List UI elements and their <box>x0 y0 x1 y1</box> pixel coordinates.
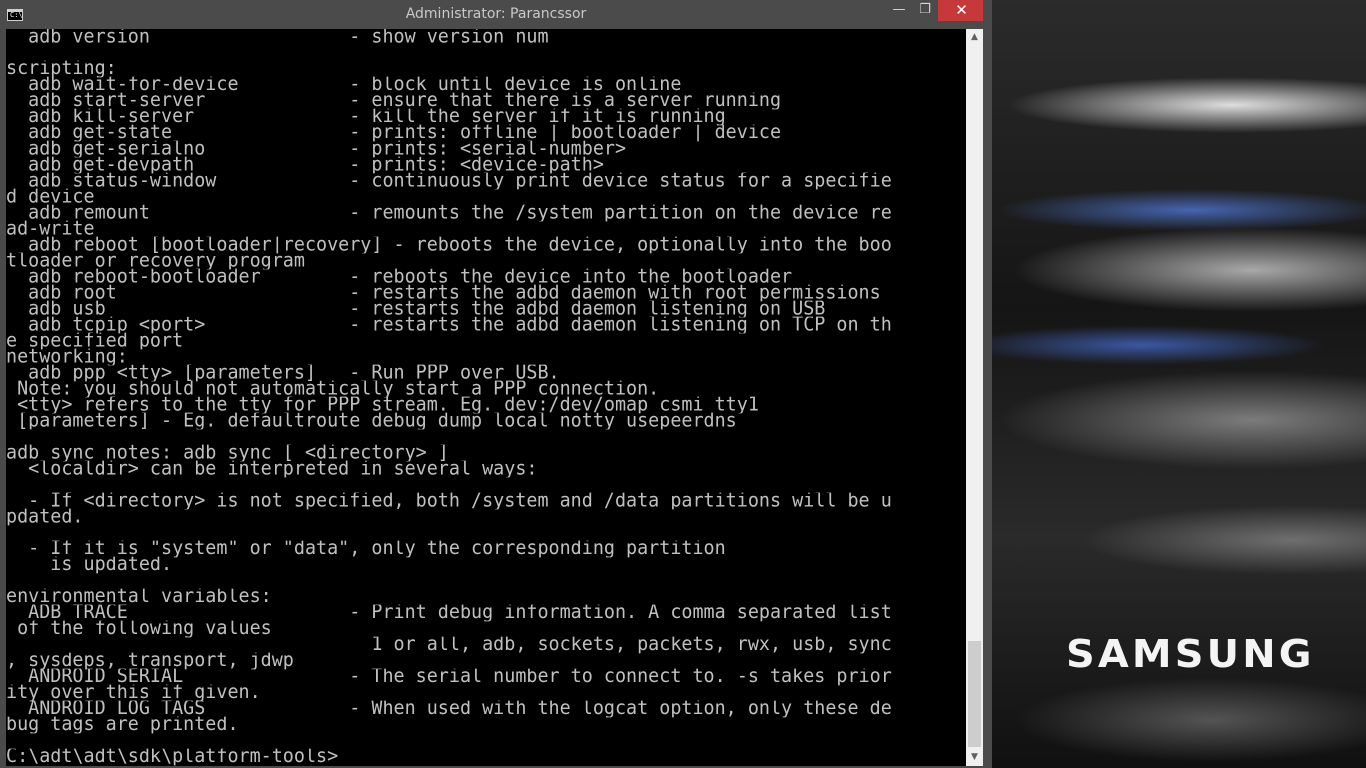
console-line: adb version - show version num <box>6 29 549 46</box>
console-line: adb sync notes: adb sync [ <directory> ] <box>6 444 449 462</box>
console-line: of the following values <box>6 620 272 638</box>
title-bar[interactable]: C:\ Administrator: Parancssor — ❐ ✕ <box>0 0 992 29</box>
console-line: [parameters] - Eg. defaultroute debug du… <box>6 412 737 430</box>
close-button[interactable]: ✕ <box>938 0 985 21</box>
console-line: adb wait-for-device - block until device… <box>6 76 682 94</box>
vertical-scrollbar[interactable]: ▲ ▼ <box>966 29 983 766</box>
console-line: , sysdeps, transport, jdwp <box>6 652 294 670</box>
console-line: - If it is "system" or "data", only the … <box>6 540 726 558</box>
console-output-area[interactable]: adb version - show version num scripting:… <box>6 29 966 766</box>
console-line: - If <directory> is not specified, both … <box>6 492 892 510</box>
console-line: adb get-devpath - prints: <device-path> <box>6 156 604 174</box>
console-line: adb status-window - continuously print d… <box>6 172 892 190</box>
console-line: ANDROID_LOG_TAGS - When used with the lo… <box>6 700 892 718</box>
command-prompt-line: C:\adt\adt\sdk\platform-tools> <box>6 748 339 766</box>
console-line: adb start-server - ensure that there is … <box>6 92 782 110</box>
window-title: Administrator: Parancssor <box>405 6 587 22</box>
scroll-down-arrow-icon[interactable]: ▼ <box>966 749 983 766</box>
command-prompt-window[interactable]: C:\ Administrator: Parancssor — ❐ ✕ adb … <box>0 0 992 768</box>
console-line: e specified port <box>6 332 184 350</box>
console-output: adb version - show version num scripting:… <box>6 29 966 765</box>
console-line: d device <box>6 188 95 206</box>
samsung-logo: SAMSUNG <box>1066 632 1315 676</box>
console-line: adb kill-server - kill the server if it … <box>6 108 726 126</box>
console-line: adb remount - remounts the /system parti… <box>6 204 892 222</box>
console-line: <tty> refers to the tty for PPP stream. … <box>6 396 759 414</box>
console-line: environmental variables: <box>6 588 272 606</box>
console-line: ADB_TRACE - Print debug information. A c… <box>6 604 892 622</box>
minimize-button[interactable]: — <box>886 0 912 21</box>
console-line: ad-write <box>6 220 95 238</box>
console-line: adb tcpip <port> - restarts the adbd dae… <box>6 316 892 334</box>
window-frame-right <box>983 0 992 768</box>
console-line: tloader or recovery program <box>6 252 305 270</box>
console-line: adb reboot [bootloader|recovery] - reboo… <box>6 236 892 254</box>
console-line: adb root - restarts the adbd daemon with… <box>6 284 881 302</box>
console-line: Note: you should not automatically start… <box>6 380 660 398</box>
console-line: is updated. <box>6 556 173 574</box>
scroll-thumb[interactable] <box>968 641 981 747</box>
console-line: adb get-state - prints: offline | bootlo… <box>6 124 782 142</box>
console-line: adb usb - restarts the adbd daemon liste… <box>6 300 826 318</box>
console-line: ANDROID_SERIAL - The serial number to co… <box>6 668 892 686</box>
console-line: 1 or all, adb, sockets, packets, rwx, us… <box>6 636 892 654</box>
console-line: pdated. <box>6 508 84 526</box>
maximize-button[interactable]: ❐ <box>912 0 938 21</box>
console-line: <localdir> can be interpreted in several… <box>6 460 538 478</box>
scroll-up-arrow-icon[interactable]: ▲ <box>966 29 983 46</box>
console-line: networking: <box>6 348 128 366</box>
console-line: ity over this if given. <box>6 684 261 702</box>
console-line: adb get-serialno - prints: <serial-numbe… <box>6 140 627 158</box>
console-line: scripting: <box>6 60 117 78</box>
console-line: adb ppp <tty> [parameters] - Run PPP ove… <box>6 364 560 382</box>
console-line: bug tags are printed. <box>6 716 239 734</box>
console-line: adb reboot-bootloader - reboots the devi… <box>6 268 793 286</box>
